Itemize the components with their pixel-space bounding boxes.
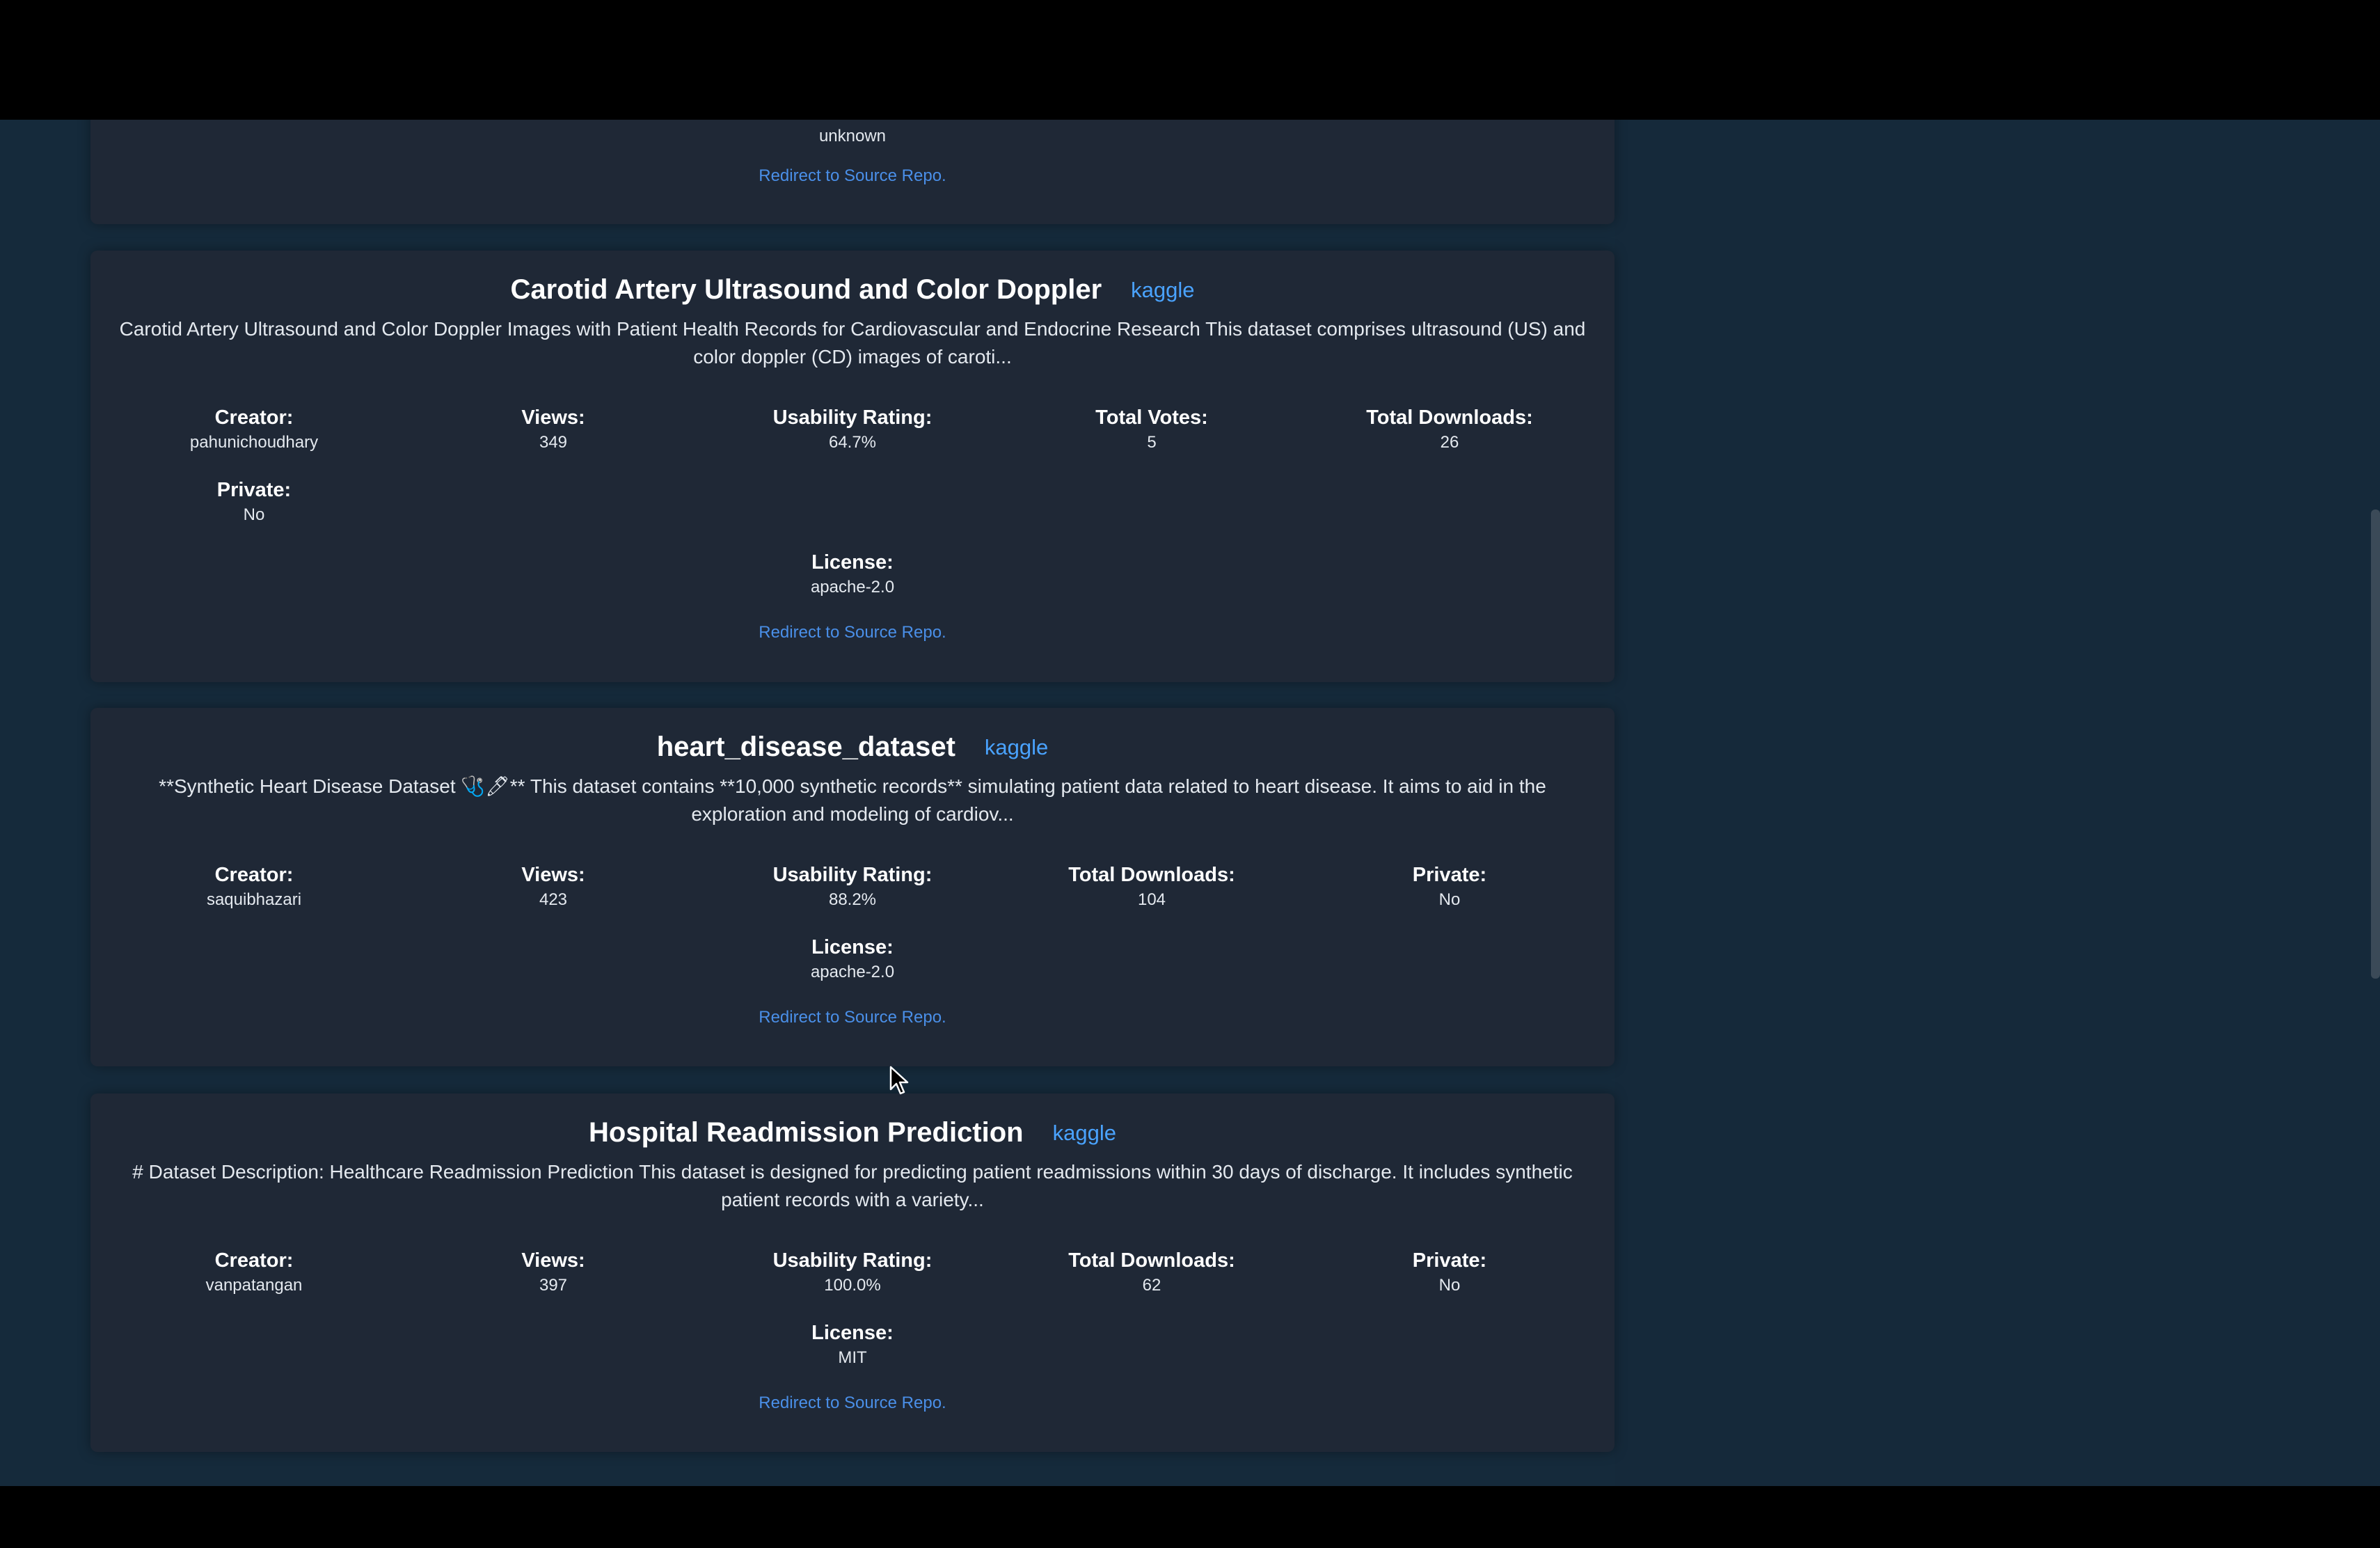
stat-creator: Creator: pahunichoudhary: [104, 405, 404, 455]
stat-usability-rating: Usability Rating: 64.7%: [703, 405, 1002, 455]
dataset-description: Carotid Artery Ultrasound and Color Dopp…: [119, 318, 1586, 368]
stat-label: Usability Rating:: [772, 1249, 933, 1272]
stat-creator: Creator: vanpatangan: [104, 1248, 404, 1298]
right-empty-pane: [1615, 120, 2380, 1486]
stat-value: 64.7%: [828, 433, 877, 452]
stat-label: Views:: [521, 406, 585, 429]
stat-creator: Creator: saquibhazari: [104, 862, 404, 913]
stat-label: Private:: [1412, 1249, 1487, 1272]
stat-label: Creator:: [214, 406, 294, 429]
stat-label: License:: [811, 1322, 894, 1344]
card-header: heart_disease_dataset kaggle: [90, 732, 1615, 763]
redirect-to-source-repo-link[interactable]: Redirect to Source Repo.: [90, 623, 1615, 642]
stat-value: vanpatangan: [205, 1276, 303, 1295]
dataset-card-partial: unknown Redirect to Source Repo.: [90, 120, 1615, 224]
source-link-kaggle[interactable]: kaggle: [1131, 278, 1194, 302]
stat-label: Creator:: [214, 1249, 294, 1272]
stat-usability-rating: Usability Rating: 88.2%: [703, 862, 1002, 913]
stat-label: Creator:: [214, 864, 294, 886]
stat-value: 100.0%: [824, 1276, 881, 1295]
stat-total-downloads: Total Downloads: 104: [1002, 862, 1301, 913]
dataset-card: Carotid Artery Ultrasound and Color Dopp…: [90, 251, 1615, 682]
dataset-card: heart_disease_dataset kaggle **Synthetic …: [90, 708, 1615, 1066]
top-black-bar: [0, 0, 2380, 120]
dataset-title[interactable]: Hospital Readmission Prediction: [589, 1117, 1024, 1148]
stat-value: apache-2.0: [810, 963, 895, 981]
stat-total-votes: Total Votes: 5: [1002, 405, 1301, 455]
dataset-results-viewport[interactable]: unknown Redirect to Source Repo. Carotid…: [0, 120, 2380, 1486]
stat-label: Total Downloads:: [1366, 406, 1533, 429]
card-header: Carotid Artery Ultrasound and Color Dopp…: [90, 274, 1615, 306]
redirect-to-source-repo-link[interactable]: Redirect to Source Repo.: [90, 166, 1615, 186]
vertical-scrollbar-thumb[interactable]: [2371, 510, 2380, 979]
stat-value: No: [1438, 1276, 1461, 1295]
stat-license: License: apache-2.0: [703, 550, 1002, 600]
dataset-description: **Synthetic Heart Disease Dataset 🩺🖊** T…: [159, 775, 1546, 825]
stat-value: No: [1438, 890, 1461, 909]
stat-value: saquibhazari: [206, 890, 302, 909]
stat-label: Views:: [521, 1249, 585, 1272]
stat-label: Private:: [1412, 864, 1487, 886]
redirect-to-source-repo-link[interactable]: Redirect to Source Repo.: [90, 1393, 1615, 1413]
stat-private: Private: No: [104, 477, 404, 528]
source-link-kaggle[interactable]: kaggle: [985, 735, 1048, 759]
stat-value: MIT: [838, 1348, 867, 1367]
stat-value: pahunichoudhary: [189, 433, 319, 452]
stat-value: apache-2.0: [810, 578, 895, 597]
stat-private: Private: No: [1300, 862, 1599, 913]
stat-label: License:: [811, 551, 894, 574]
stat-value: 5: [1147, 433, 1157, 452]
redirect-to-source-repo-link[interactable]: Redirect to Source Repo.: [90, 1008, 1615, 1027]
bottom-black-bar: [0, 1486, 2380, 1548]
stat-label: Usability Rating:: [772, 864, 933, 886]
stat-value: unknown: [818, 127, 887, 145]
stat-value: 397: [539, 1276, 568, 1295]
stat-license: License: MIT: [703, 1320, 1002, 1371]
card-header: Hospital Readmission Prediction kaggle: [90, 1117, 1615, 1148]
stat-value: 62: [1142, 1276, 1161, 1295]
stat-value: 423: [539, 890, 568, 909]
stat-views: Views: 397: [404, 1248, 703, 1298]
stat-views: Views: 349: [404, 405, 703, 455]
stat-label: Views:: [521, 864, 585, 886]
stat-usability-rating: Usability Rating: 100.0%: [703, 1248, 1002, 1298]
dataset-description: # Dataset Description: Healthcare Readmi…: [132, 1161, 1573, 1210]
stat-total-downloads: Total Downloads: 26: [1300, 405, 1599, 455]
dataset-card: Hospital Readmission Prediction kaggle # …: [90, 1093, 1615, 1452]
stat-value: 104: [1137, 890, 1166, 909]
mouse-cursor-icon: [889, 1066, 909, 1095]
dataset-title[interactable]: heart_disease_dataset: [657, 732, 955, 762]
stat-views: Views: 423: [404, 862, 703, 913]
stat-private: Private: No: [1300, 1248, 1599, 1298]
stat-value: No: [243, 505, 265, 524]
stat-total-downloads: Total Downloads: 62: [1002, 1248, 1301, 1298]
stat-label: Total Downloads:: [1068, 864, 1235, 886]
stat-label: Total Votes:: [1095, 406, 1208, 429]
stat-value: 26: [1440, 433, 1459, 452]
stat-label: Usability Rating:: [772, 406, 933, 429]
stat-label: License:: [811, 936, 894, 958]
stat-value: 349: [539, 433, 568, 452]
dataset-title[interactable]: Carotid Artery Ultrasound and Color Dopp…: [510, 274, 1102, 305]
stat-label: Private:: [216, 479, 292, 501]
source-link-kaggle[interactable]: kaggle: [1053, 1121, 1116, 1145]
stat-label: Total Downloads:: [1068, 1249, 1235, 1272]
stat-value: 88.2%: [828, 890, 877, 909]
stat-license: unknown: [703, 124, 1002, 149]
stat-license: License: apache-2.0: [703, 935, 1002, 985]
